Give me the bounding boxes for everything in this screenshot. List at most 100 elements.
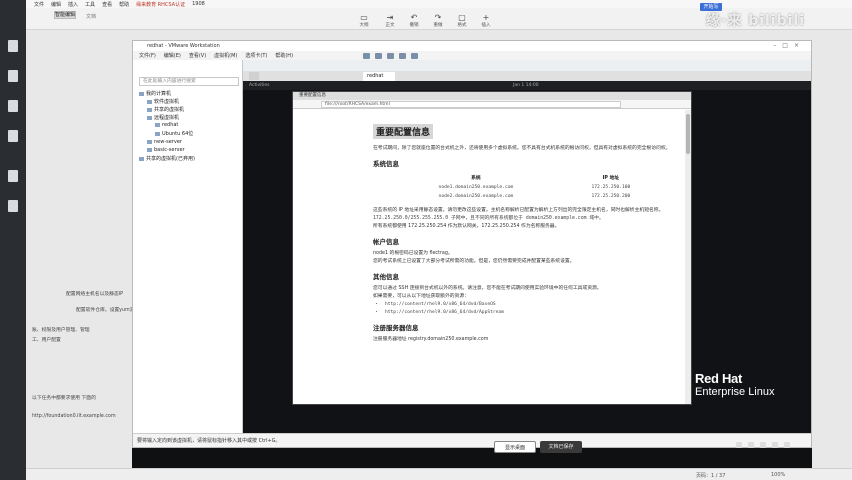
format-button[interactable]: ▢ 格式 bbox=[452, 13, 472, 28]
vm-menu-edit[interactable]: 编辑(E) bbox=[164, 52, 181, 59]
home-tab-icon[interactable] bbox=[249, 72, 259, 80]
outline-icon: ▭ bbox=[360, 13, 368, 22]
tree-item[interactable]: 软件虚拟机 bbox=[147, 98, 179, 105]
address-bar[interactable]: file:///root/RHCSA/exam.html bbox=[321, 101, 621, 108]
printer-icon[interactable] bbox=[760, 442, 766, 448]
intro-paragraph: 在考试期间，除了您就座位置的台式机之外，还将使用多个虚拟系统。您不具有台式机系统… bbox=[373, 146, 671, 151]
redo-icon: ↷ bbox=[434, 13, 442, 22]
saved-status-button[interactable]: 文档已保存 bbox=[540, 441, 582, 453]
fullscreen-icon[interactable] bbox=[399, 53, 406, 59]
desktop-shortcut-icon[interactable] bbox=[8, 40, 18, 52]
settings-icon[interactable] bbox=[772, 442, 778, 448]
desktop-shortcut-icon[interactable] bbox=[8, 130, 18, 142]
menu-edit[interactable]: 编辑 bbox=[51, 1, 61, 8]
tree-item[interactable]: 共享的虚拟机 bbox=[147, 106, 184, 113]
scrollbar-thumb[interactable] bbox=[686, 114, 690, 154]
menu-view[interactable]: 查看 bbox=[102, 1, 112, 8]
menu-insert[interactable]: 插入 bbox=[68, 1, 78, 8]
desktop-shortcut-icon[interactable] bbox=[8, 70, 18, 82]
menu-help[interactable]: 帮助 bbox=[119, 1, 129, 8]
outline-note[interactable]: 工、用户配置 bbox=[32, 336, 61, 343]
insert-button[interactable]: + 插入 bbox=[476, 13, 496, 28]
zoom-level[interactable]: 100% bbox=[771, 472, 785, 478]
browser-toolbar: file:///root/RHCSA/exam.html bbox=[293, 100, 691, 109]
show-desktop-button[interactable]: 显示桌面 bbox=[494, 441, 536, 453]
unity-icon[interactable] bbox=[411, 53, 418, 59]
outline-note[interactable]: 账、权限及用户管理、管理 bbox=[32, 326, 90, 333]
outline-note[interactable]: 配置软件仓库，设置yum源 bbox=[76, 306, 135, 313]
section-heading-registry: 注册服务器信息 bbox=[373, 324, 419, 332]
tool-label: 撤销 bbox=[409, 23, 419, 28]
network-icon[interactable] bbox=[736, 442, 742, 448]
undo-button[interactable]: ↶ 撤销 bbox=[404, 13, 424, 28]
vm-menu-view[interactable]: 查看(V) bbox=[189, 52, 206, 59]
browser-tab[interactable]: 重要配置信息 bbox=[293, 92, 691, 100]
page-scrollbar[interactable] bbox=[685, 110, 691, 404]
notification-icon[interactable] bbox=[784, 442, 790, 448]
library-search-input[interactable]: 在此处输入内容进行搜索 bbox=[139, 77, 239, 86]
tree-item[interactable]: 远程虚拟机 bbox=[147, 114, 179, 121]
page-indicator: 页码：1 / 37 bbox=[696, 473, 726, 479]
document-tab-suffix: 1908 bbox=[192, 1, 205, 7]
outline-note[interactable]: 配置网络主机名以及静态IP bbox=[66, 290, 123, 297]
gateway-paragraph: 所有系统都使用 172.25.250.254 作为默认网关，172.25.250… bbox=[373, 224, 560, 229]
outline-note[interactable]: http://foundation0.ilt.example.com bbox=[32, 414, 116, 419]
tree-item-my-computer[interactable]: 我的计算机 bbox=[139, 90, 171, 97]
vm-statusbar: 要将输入定向到该虚拟机，请将鼠标指针移入其中或按 Ctrl+G。 bbox=[133, 433, 811, 447]
ribbon-mode-button[interactable]: 智能编辑 bbox=[54, 11, 76, 19]
menu-tools[interactable]: 工具 bbox=[85, 1, 95, 8]
menu-file[interactable]: 文件 bbox=[34, 1, 44, 8]
channel-watermark: 缘·来 bilibili bbox=[706, 13, 806, 29]
volume-icon[interactable] bbox=[748, 442, 754, 448]
power-icon[interactable] bbox=[363, 53, 370, 59]
desktop-shortcut-icon[interactable] bbox=[8, 170, 18, 182]
tool-label: 重做 bbox=[433, 23, 443, 28]
outline-tool-button[interactable]: ▭ 大纲 bbox=[354, 13, 374, 28]
section-heading-system: 系统信息 bbox=[373, 160, 399, 168]
table-row: node1.domain250.example.com 172.25.250.1… bbox=[387, 183, 657, 192]
list-item[interactable]: http://content/rhel9.0/x86_64/dvd/BaseOS bbox=[385, 301, 685, 309]
section-heading-account: 帐户信息 bbox=[373, 238, 399, 246]
outline-note[interactable]: 以下任务中都要求使用 下面的 bbox=[32, 394, 96, 401]
revert-icon[interactable] bbox=[387, 53, 394, 59]
plus-icon: + bbox=[482, 13, 490, 22]
activities-button[interactable]: Activities bbox=[249, 81, 270, 90]
frame-icon: ▢ bbox=[458, 13, 466, 22]
vm-menu-tabs[interactable]: 选项卡(T) bbox=[245, 52, 267, 59]
document-tab[interactable]: 缘来教育 RHCSA认证 bbox=[136, 1, 185, 8]
guest-clock[interactable]: Jan 1 14:00 bbox=[513, 81, 539, 90]
exam-document: 重要配置信息 在考试期间，除了您就座位置的台式机之外，还将使用多个虚拟系统。您不… bbox=[293, 110, 685, 404]
registry-paragraph: 注册服务器地址 registry.domain250.example.com bbox=[373, 337, 489, 342]
guest-taskbar bbox=[132, 448, 812, 468]
vm-tabbar: redhat bbox=[243, 71, 811, 81]
vm-menu-file[interactable]: 文件(F) bbox=[139, 52, 156, 59]
indent-icon: ⇥ bbox=[386, 13, 394, 22]
snapshot-icon[interactable] bbox=[375, 53, 382, 59]
gnome-topbar: Activities Jan 1 14:00 bbox=[243, 81, 811, 90]
tree-item-redhat[interactable]: redhat bbox=[155, 122, 178, 128]
tool-label: 正文 bbox=[385, 23, 395, 28]
repo-url-list: http://content/rhel9.0/x86_64/dvd/BaseOS… bbox=[385, 301, 685, 317]
tree-item-ubuntu[interactable]: Ubuntu 64位 bbox=[155, 130, 193, 137]
tool-label: 插入 bbox=[481, 23, 491, 28]
system-table: 系统 IP 地址 node1.domain250.example.com 172… bbox=[387, 172, 657, 201]
desktop-shortcut-icon[interactable] bbox=[8, 200, 18, 212]
window-controls[interactable]: –□× bbox=[773, 42, 805, 49]
guest-browser-window: 重要配置信息 file:///root/RHCSA/exam.html 重要配置… bbox=[292, 91, 692, 405]
vm-toolbar bbox=[363, 53, 418, 59]
ribbon-tab-name[interactable]: 文档 bbox=[86, 13, 96, 20]
account-paragraph: node1 的根密码已设置为 flectrag。 bbox=[373, 251, 453, 256]
desktop-shortcut-icon[interactable] bbox=[8, 100, 18, 112]
tree-item-shared[interactable]: 共享的虚拟机(已弃用) bbox=[139, 155, 195, 162]
vm-menu-vm[interactable]: 虚拟机(M) bbox=[214, 52, 237, 59]
desktop-icon-strip bbox=[0, 0, 26, 480]
tab-redhat[interactable]: redhat bbox=[363, 72, 395, 81]
tree-item-new-server[interactable]: new-server bbox=[147, 139, 182, 145]
tree-item-basic-server[interactable]: basic-server bbox=[147, 147, 185, 153]
redo-button[interactable]: ↷ 重做 bbox=[428, 13, 448, 28]
body-tool-button[interactable]: ⇥ 正文 bbox=[380, 13, 400, 28]
list-item[interactable]: http://content/rhel9.0/x86_64/dvd/AppStr… bbox=[385, 309, 685, 317]
vm-menu-help[interactable]: 帮助(H) bbox=[275, 52, 293, 59]
vmware-menubar: 文件(F) 编辑(E) 查看(V) 虚拟机(M) 选项卡(T) 帮助(H) bbox=[133, 51, 811, 60]
ip-cell: 172.25.250.100 bbox=[591, 185, 631, 190]
